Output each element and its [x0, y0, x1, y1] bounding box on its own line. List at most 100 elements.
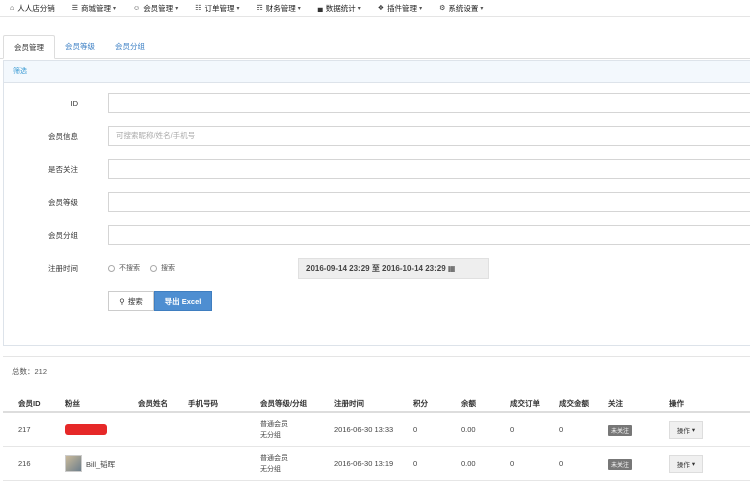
nav-label: 商城管理: [81, 3, 112, 13]
avatar: [65, 455, 82, 472]
chevron-down-icon: ▾: [419, 5, 423, 12]
cell-balance: 0.00: [461, 459, 476, 468]
shop-icon: ☰: [71, 5, 79, 12]
cell-fan: Bill_韬晖: [86, 460, 116, 469]
col-member-id[interactable]: 会员ID: [18, 398, 41, 409]
nav-label: 人人店分销: [17, 3, 55, 13]
chevron-down-icon: ▾: [113, 5, 117, 12]
tab-member-level[interactable]: 会员等级: [55, 35, 105, 59]
cell-amount: 0: [559, 459, 564, 468]
id-label: ID: [70, 98, 79, 108]
regtime-radios: 不搜索 搜索: [108, 263, 185, 273]
nav-item-home[interactable]: ⌂ 人人店分销: [10, 3, 55, 14]
nav-item-shop[interactable]: ☰ 商城管理 ▾: [72, 3, 116, 14]
radio-search[interactable]: 搜索: [150, 263, 175, 273]
filter-title: 筛选: [4, 61, 750, 83]
group-select[interactable]: [108, 225, 750, 245]
col-amount[interactable]: 成交金额: [559, 398, 589, 409]
status-badge: 未关注: [608, 425, 633, 436]
tab-member-management[interactable]: 会员管理: [3, 35, 55, 59]
form-row-info: 会员信息 可搜索昵称/姓名/手机号: [4, 126, 750, 146]
col-balance[interactable]: 余额: [461, 398, 476, 409]
chevron-down-icon: ▾: [236, 5, 240, 12]
cell-regtime: 2016-06-30 13:33: [334, 425, 394, 434]
radio-circle: [108, 264, 115, 272]
col-fan[interactable]: 粉丝: [65, 398, 80, 409]
col-points[interactable]: 积分: [413, 398, 428, 409]
date-range-picker[interactable]: 2016-09-14 23:29 至 2016-10-14 23:29 ▦: [298, 258, 489, 279]
cell-id: 217: [18, 425, 31, 434]
radio-no-search[interactable]: 不搜索: [108, 263, 140, 273]
export-excel-button[interactable]: 导出 Excel: [154, 291, 212, 311]
date-range-text: 2016-09-14 23:29 至 2016-10-14 23:29: [306, 264, 446, 273]
chart-icon: ▄: [317, 4, 323, 12]
nav-label: 订单管理: [204, 3, 235, 13]
group-label: 会员分组: [48, 230, 78, 240]
chevron-down-icon: ▾: [175, 5, 179, 12]
nav-item-member[interactable]: ☺ 会员管理 ▾: [133, 3, 178, 14]
nav-item-stats[interactable]: ▄ 数据统计 ▾: [318, 3, 361, 14]
cell-group: 无分组: [260, 466, 281, 473]
nav-item-plugin[interactable]: ❖ 插件管理 ▾: [378, 3, 422, 14]
tab-bar: 会员管理 会员等级 会员分组: [0, 35, 750, 59]
nav-item-finance[interactable]: ☶ 财务管理 ▾: [257, 3, 301, 14]
divider: [3, 356, 750, 357]
member-info-input[interactable]: 可搜索昵称/姓名/手机号: [108, 126, 750, 146]
calendar-icon: ▦: [447, 264, 456, 273]
col-orders[interactable]: 成交订单: [510, 398, 540, 409]
nav-item-settings[interactable]: ⚙ 系统设置 ▾: [439, 3, 483, 14]
nav-label: 系统设置: [448, 3, 479, 13]
search-button[interactable]: ⚲ 搜索: [108, 291, 154, 311]
nav-label: 数据统计: [325, 3, 356, 13]
col-actions[interactable]: 操作: [669, 398, 684, 409]
form-row-follow: 是否关注: [4, 159, 750, 179]
cell-id: 216: [18, 459, 31, 468]
actions-dropdown-button[interactable]: 操作 ▾: [669, 421, 703, 439]
nav-label: 插件管理: [387, 3, 418, 13]
level-select[interactable]: [108, 192, 750, 212]
actions-label: 操作: [676, 462, 690, 469]
chevron-down-icon: ▾: [691, 427, 696, 434]
level-label: 会员等级: [48, 197, 78, 207]
id-input[interactable]: [108, 93, 750, 113]
cell-points: 0: [413, 425, 418, 434]
finance-icon: ☶: [256, 5, 263, 12]
cell-level: 普通会员: [260, 421, 288, 428]
actions-label: 操作: [676, 428, 690, 435]
tab-member-group[interactable]: 会员分组: [105, 35, 155, 59]
follow-label: 是否关注: [48, 164, 78, 174]
col-phone[interactable]: 手机号码: [188, 398, 218, 409]
cell-level: 普通会员: [260, 455, 288, 462]
member-info-label: 会员信息: [48, 131, 78, 141]
chevron-down-icon: ▾: [480, 5, 484, 12]
cell-group: 无分组: [260, 432, 281, 439]
form-row-group: 会员分组: [4, 225, 750, 245]
button-row: ⚲ 搜索 导出 Excel: [4, 291, 304, 311]
chevron-down-icon: ▾: [691, 461, 696, 468]
col-level-group[interactable]: 会员等级/分组: [260, 398, 307, 409]
search-button-label: 搜索: [127, 296, 143, 306]
form-row-regtime: 注册时间 不搜索 搜索 2016-09-14 23:29 至 2016-10-1…: [4, 258, 750, 279]
table-row[interactable]: 217 普通会员 无分组 2016-06-30 13:33 0 0.00 0 0…: [3, 413, 750, 447]
form-row-id: ID: [4, 93, 750, 113]
cell-points: 0: [413, 459, 418, 468]
col-follow[interactable]: 关注: [608, 398, 623, 409]
filter-panel: 筛选 ID 会员信息 可搜索昵称/姓名/手机号 是否关注 会员等级 会员分组 注…: [3, 60, 750, 346]
plugin-icon: ❖: [377, 5, 385, 12]
regtime-label: 注册时间: [48, 264, 78, 273]
user-icon: ☺: [133, 4, 141, 12]
table-header: 会员ID 粉丝 会员姓名 手机号码 会员等级/分组 注册时间 积分 余额 成交订…: [3, 392, 750, 413]
follow-select[interactable]: [108, 159, 750, 179]
actions-dropdown-button[interactable]: 操作 ▾: [669, 455, 703, 473]
member-table: 会员ID 粉丝 会员姓名 手机号码 会员等级/分组 注册时间 积分 余额 成交订…: [3, 392, 750, 481]
top-nav: ⌂ 人人店分销 ☰ 商城管理 ▾ ☺ 会员管理 ▾ ☷ 订单管理 ▾ ☶ 财务管理 ▾ ▄ 数据统计…: [0, 0, 750, 17]
radio-label: 搜索: [161, 265, 175, 272]
search-icon: ⚲: [119, 296, 125, 306]
col-regtime[interactable]: 注册时间: [334, 398, 364, 409]
cell-amount: 0: [559, 425, 564, 434]
nav-item-order[interactable]: ☷ 订单管理 ▾: [195, 3, 239, 14]
col-name[interactable]: 会员姓名: [138, 398, 168, 409]
chevron-down-icon: ▾: [297, 5, 301, 12]
radio-label: 不搜索: [119, 265, 140, 272]
total-count: 总数：212: [12, 367, 48, 376]
